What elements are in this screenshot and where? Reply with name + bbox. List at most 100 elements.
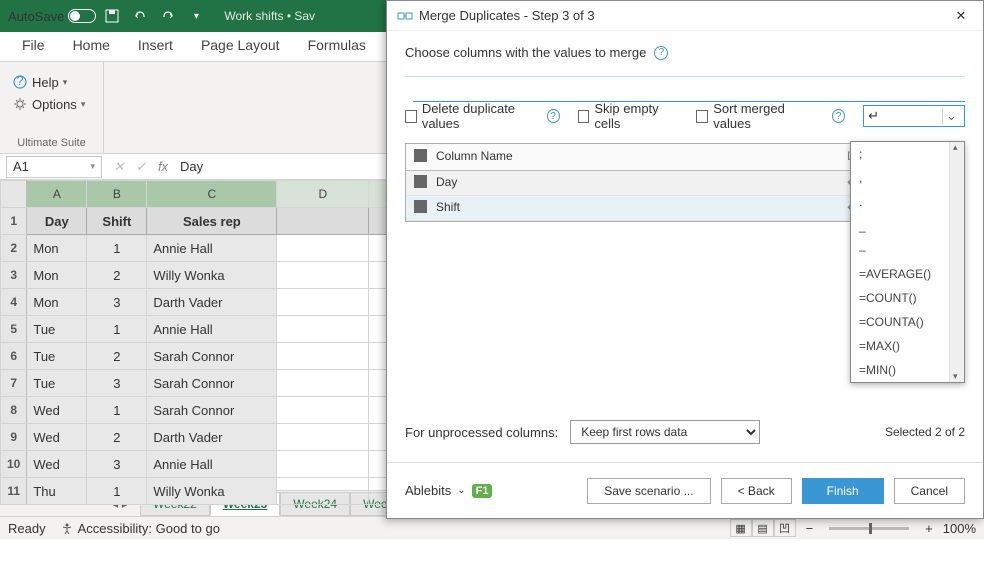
- chevron-down-icon[interactable]: ⌄: [942, 108, 960, 124]
- cell[interactable]: 3: [87, 370, 147, 397]
- cell[interactable]: [277, 235, 369, 262]
- qat-dropdown-icon[interactable]: ▾: [184, 4, 208, 28]
- accessibility-status[interactable]: Accessibility: Good to go: [60, 521, 220, 536]
- brand-link[interactable]: Ablebits ⌄ F1: [405, 483, 492, 498]
- row-header[interactable]: 4: [1, 289, 27, 316]
- dropdown-item[interactable]: –: [851, 238, 949, 262]
- row-header[interactable]: 10: [1, 451, 27, 478]
- toggle-off-icon[interactable]: [68, 9, 96, 23]
- cell[interactable]: Tue: [27, 316, 87, 343]
- col-header-B[interactable]: B: [87, 181, 147, 208]
- cell[interactable]: Willy Wonka: [147, 478, 277, 505]
- cell[interactable]: [277, 478, 369, 505]
- row-header[interactable]: 5: [1, 316, 27, 343]
- finish-button[interactable]: Finish: [802, 478, 884, 504]
- cell[interactable]: Wed: [27, 451, 87, 478]
- f1-badge[interactable]: F1: [472, 484, 493, 498]
- scrollbar[interactable]: [949, 142, 964, 382]
- options-button[interactable]: Options ▾: [8, 94, 89, 114]
- help-icon[interactable]: ?: [654, 46, 668, 60]
- cell[interactable]: Mon: [27, 235, 87, 262]
- cancel-button[interactable]: Cancel: [894, 478, 965, 504]
- delimiter-combo[interactable]: ↵ ⌄: [863, 105, 965, 127]
- cell[interactable]: 2: [87, 424, 147, 451]
- cell[interactable]: [277, 262, 369, 289]
- cell[interactable]: Sarah Connor: [147, 397, 277, 424]
- cell[interactable]: [277, 208, 369, 235]
- zoom-out-button[interactable]: −: [806, 521, 814, 536]
- fx-icon[interactable]: fx: [152, 159, 174, 174]
- col-header-C[interactable]: C: [147, 181, 277, 208]
- cell[interactable]: 1: [87, 478, 147, 505]
- cell[interactable]: Willy Wonka: [147, 262, 277, 289]
- cell[interactable]: [277, 424, 369, 451]
- dropdown-item[interactable]: =AVERAGE(): [851, 262, 949, 286]
- cell[interactable]: [277, 316, 369, 343]
- cell[interactable]: Day: [27, 208, 87, 235]
- cell[interactable]: [277, 370, 369, 397]
- col-header-name[interactable]: Column Name: [428, 144, 839, 170]
- cell[interactable]: Wed: [27, 424, 87, 451]
- dropdown-item[interactable]: ;: [851, 142, 949, 166]
- save-icon[interactable]: [100, 4, 124, 28]
- cell[interactable]: Darth Vader: [147, 289, 277, 316]
- cell[interactable]: [277, 343, 369, 370]
- help-icon[interactable]: ?: [547, 109, 560, 123]
- row-header[interactable]: 2: [1, 235, 27, 262]
- cell[interactable]: 2: [87, 343, 147, 370]
- autosave-toggle[interactable]: AutoSave: [8, 9, 96, 24]
- menu-tab-home[interactable]: Home: [59, 31, 124, 61]
- menu-tab-formulas[interactable]: Formulas: [294, 31, 380, 61]
- sort-merged-checkbox[interactable]: Sort merged values: [696, 101, 814, 131]
- cell[interactable]: Mon: [27, 262, 87, 289]
- menu-tab-insert[interactable]: Insert: [124, 31, 187, 61]
- cell[interactable]: 1: [87, 316, 147, 343]
- name-box[interactable]: A1 ▾: [6, 156, 102, 178]
- col-header-A[interactable]: A: [27, 181, 87, 208]
- undo-icon[interactable]: [128, 4, 152, 28]
- row-header[interactable]: 3: [1, 262, 27, 289]
- cell[interactable]: [277, 451, 369, 478]
- checkbox-icon[interactable]: [414, 175, 427, 188]
- help-button[interactable]: ? Help ▾: [8, 72, 89, 92]
- view-layout-icon[interactable]: ▤: [752, 519, 774, 537]
- zoom-slider[interactable]: [829, 527, 909, 530]
- cell[interactable]: Annie Hall: [147, 235, 277, 262]
- save-scenario-button[interactable]: Save scenario ...: [587, 478, 710, 504]
- cell[interactable]: 3: [87, 289, 147, 316]
- menu-tab-page-layout[interactable]: Page Layout: [187, 31, 294, 61]
- select-all-checkbox[interactable]: [414, 149, 427, 162]
- help-icon[interactable]: ?: [832, 109, 845, 123]
- row-header[interactable]: 9: [1, 424, 27, 451]
- row-header[interactable]: 7: [1, 370, 27, 397]
- delimiter-dropdown[interactable]: ;,._–=AVERAGE()=COUNT()=COUNTA()=MAX()=M…: [850, 141, 965, 383]
- view-normal-icon[interactable]: ▦: [730, 519, 752, 537]
- cell[interactable]: Darth Vader: [147, 424, 277, 451]
- view-break-icon[interactable]: 凹: [774, 519, 796, 537]
- cell[interactable]: Wed: [27, 397, 87, 424]
- dropdown-item[interactable]: =COUNTA(): [851, 310, 949, 334]
- delete-duplicates-checkbox[interactable]: Delete duplicate values?: [405, 101, 560, 131]
- dropdown-item[interactable]: _: [851, 214, 949, 238]
- dropdown-item[interactable]: ,: [851, 166, 949, 190]
- cell[interactable]: Sarah Connor: [147, 343, 277, 370]
- cell[interactable]: Annie Hall: [147, 316, 277, 343]
- cell[interactable]: 3: [87, 451, 147, 478]
- cell[interactable]: 1: [87, 397, 147, 424]
- view-switcher[interactable]: ▦ ▤ 凹: [730, 519, 796, 537]
- row-header[interactable]: 6: [1, 343, 27, 370]
- select-all-cell[interactable]: [1, 181, 27, 208]
- checkbox-icon[interactable]: [414, 200, 427, 213]
- cell[interactable]: Shift: [87, 208, 147, 235]
- cancel-icon[interactable]: ✕: [108, 159, 130, 175]
- cell[interactable]: Mon: [27, 289, 87, 316]
- unprocessed-select[interactable]: Keep first rows data: [570, 420, 760, 444]
- cell[interactable]: [277, 397, 369, 424]
- cell[interactable]: Tue: [27, 370, 87, 397]
- close-button[interactable]: ✕: [949, 7, 973, 24]
- cell[interactable]: [277, 289, 369, 316]
- redo-icon[interactable]: [156, 4, 180, 28]
- col-header-D[interactable]: D: [277, 181, 369, 208]
- cell[interactable]: Annie Hall: [147, 451, 277, 478]
- cell[interactable]: 2: [87, 262, 147, 289]
